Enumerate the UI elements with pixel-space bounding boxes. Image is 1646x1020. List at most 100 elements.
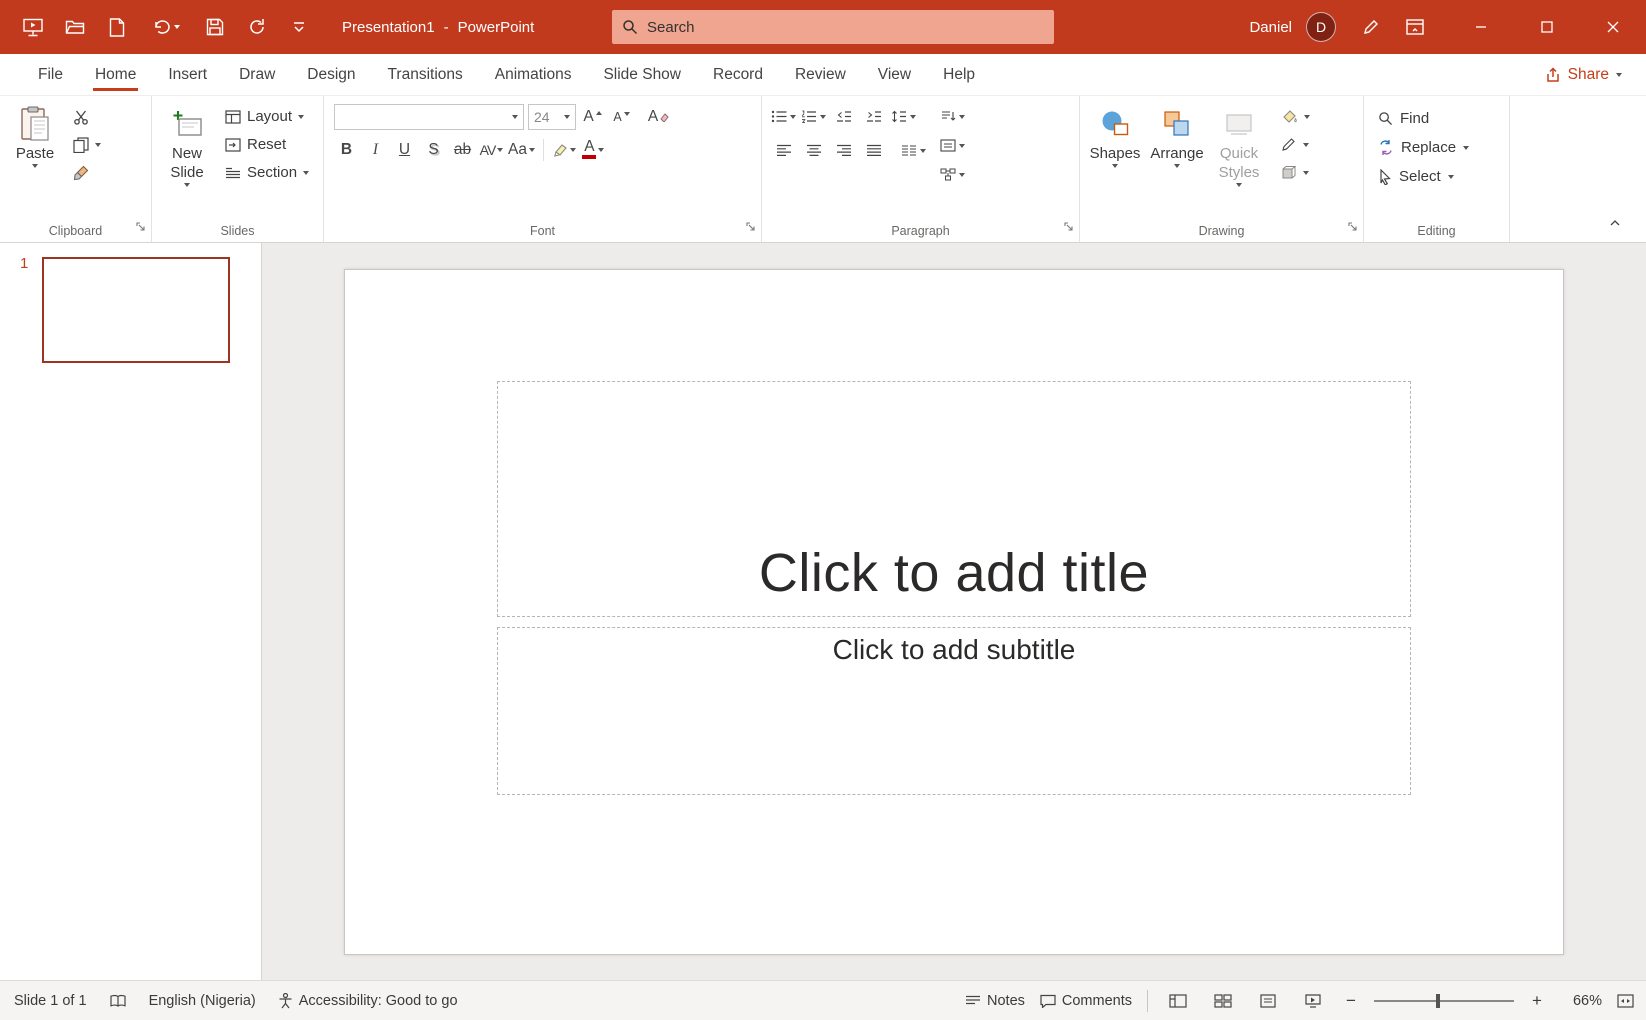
format-painter-button[interactable] <box>68 160 106 185</box>
tab-slide-show[interactable]: Slide Show <box>587 54 697 95</box>
line-spacing-button[interactable] <box>890 104 917 129</box>
reset-button[interactable]: Reset <box>220 132 314 157</box>
drawing-dialog-launcher[interactable] <box>1348 219 1358 237</box>
increase-font-size-button[interactable]: A <box>580 105 605 130</box>
find-button[interactable]: Find <box>1372 106 1475 131</box>
layout-button[interactable]: Layout <box>220 104 314 129</box>
slide-thumbnail[interactable] <box>42 257 230 363</box>
tab-record[interactable]: Record <box>697 54 779 95</box>
bold-button[interactable]: B <box>334 137 359 162</box>
redo-button[interactable] <box>240 10 274 44</box>
section-button[interactable]: Section <box>220 160 314 185</box>
fit-slide-to-window-button[interactable] <box>1617 994 1634 1008</box>
decrease-font-size-button[interactable]: A <box>609 105 634 130</box>
replace-button[interactable]: Replace <box>1372 135 1475 160</box>
open-button[interactable] <box>58 10 92 44</box>
numbering-button[interactable] <box>800 104 827 129</box>
search-box[interactable] <box>612 10 1054 44</box>
slide-sorter-view-button[interactable] <box>1208 987 1238 1015</box>
character-spacing-button[interactable]: AV <box>479 137 504 162</box>
clipboard-dialog-launcher[interactable] <box>136 219 146 237</box>
tab-insert[interactable]: Insert <box>152 54 223 95</box>
normal-view-button[interactable] <box>1163 987 1193 1015</box>
shapes-button[interactable]: Shapes <box>1084 102 1146 187</box>
tab-home[interactable]: Home <box>79 54 152 95</box>
collapse-ribbon-button[interactable] <box>1602 212 1628 234</box>
spell-check-icon[interactable] <box>109 994 127 1008</box>
slide[interactable]: Click to add title Click to add subtitle <box>344 269 1564 955</box>
quick-styles-button[interactable]: Quick Styles <box>1208 102 1270 187</box>
title-placeholder[interactable]: Click to add title <box>497 381 1411 618</box>
font-dialog-launcher[interactable] <box>746 219 756 237</box>
align-left-button[interactable] <box>770 138 797 163</box>
zoom-percentage[interactable]: 66% <box>1560 993 1602 1009</box>
font-size-combobox[interactable]: 24 <box>528 104 576 130</box>
justify-button[interactable] <box>860 138 887 163</box>
italic-button[interactable]: I <box>363 137 388 162</box>
tab-file[interactable]: File <box>22 54 79 95</box>
paste-button[interactable]: Paste <box>4 102 66 168</box>
tab-draw[interactable]: Draw <box>223 54 291 95</box>
comments-button[interactable]: Comments <box>1040 993 1132 1009</box>
notes-button[interactable]: Notes <box>965 993 1025 1009</box>
quick-styles-icon <box>1223 105 1255 143</box>
undo-button[interactable] <box>142 10 190 44</box>
align-right-button[interactable] <box>830 138 857 163</box>
underline-button[interactable]: U <box>392 137 417 162</box>
zoom-in-button[interactable]: + <box>1529 991 1545 1011</box>
zoom-slider-thumb[interactable] <box>1436 994 1441 1008</box>
tab-review[interactable]: Review <box>779 54 862 95</box>
clear-formatting-button[interactable]: A <box>646 105 671 130</box>
zoom-slider[interactable] <box>1374 991 1514 1011</box>
shape-outline-button[interactable] <box>1276 132 1315 157</box>
copy-button[interactable] <box>68 132 106 157</box>
cut-button[interactable] <box>68 104 106 129</box>
text-direction-button[interactable] <box>939 104 966 129</box>
subtitle-placeholder[interactable]: Click to add subtitle <box>497 627 1411 795</box>
maximize-button[interactable] <box>1514 0 1580 54</box>
language-indicator[interactable]: English (Nigeria) <box>149 993 256 1009</box>
decrease-indent-button[interactable] <box>830 104 857 129</box>
new-document-button[interactable] <box>100 10 134 44</box>
slideshow-view-button[interactable] <box>1298 987 1328 1015</box>
strikethrough-button[interactable]: ab <box>450 137 475 162</box>
shape-fill-button[interactable] <box>1276 104 1315 129</box>
start-slideshow-button[interactable] <box>16 10 50 44</box>
font-color-button[interactable]: A <box>581 137 606 162</box>
font-name-combobox[interactable] <box>334 104 524 130</box>
paragraph-dialog-launcher[interactable] <box>1064 219 1074 237</box>
align-text-button[interactable] <box>939 133 966 158</box>
chevron-down-icon <box>512 115 518 119</box>
share-button[interactable]: Share <box>1535 54 1632 95</box>
bullets-button[interactable] <box>770 104 797 129</box>
highlight-color-button[interactable] <box>552 137 577 162</box>
ink-pen-button[interactable] <box>1354 10 1388 44</box>
convert-to-smartart-button[interactable] <box>939 162 966 187</box>
save-button[interactable] <box>198 10 232 44</box>
customize-toolbar-button[interactable] <box>282 10 316 44</box>
new-slide-button[interactable]: New Slide <box>156 102 218 187</box>
avatar[interactable]: D <box>1306 12 1336 42</box>
increase-indent-button[interactable] <box>860 104 887 129</box>
zoom-out-button[interactable]: − <box>1343 991 1359 1011</box>
tab-transitions[interactable]: Transitions <box>372 54 479 95</box>
tab-view[interactable]: View <box>862 54 927 95</box>
reading-view-button[interactable] <box>1253 987 1283 1015</box>
select-button[interactable]: Select <box>1372 164 1475 189</box>
tab-help[interactable]: Help <box>927 54 991 95</box>
shape-effects-button[interactable] <box>1276 160 1315 185</box>
accessibility-status[interactable]: Accessibility: Good to go <box>278 993 458 1009</box>
tab-design[interactable]: Design <box>291 54 371 95</box>
align-center-button[interactable] <box>800 138 827 163</box>
minimize-button[interactable] <box>1448 0 1514 54</box>
text-shadow-button[interactable]: S <box>421 137 446 162</box>
ribbon-display-options-button[interactable] <box>1398 10 1432 44</box>
align-right-icon <box>836 144 852 157</box>
slide-indicator[interactable]: Slide 1 of 1 <box>14 993 87 1009</box>
columns-button[interactable] <box>900 138 927 163</box>
close-button[interactable] <box>1580 0 1646 54</box>
tab-animations[interactable]: Animations <box>479 54 588 95</box>
arrange-button[interactable]: Arrange <box>1146 102 1208 187</box>
change-case-button[interactable]: Aa <box>508 137 535 162</box>
search-input[interactable] <box>647 19 1044 36</box>
